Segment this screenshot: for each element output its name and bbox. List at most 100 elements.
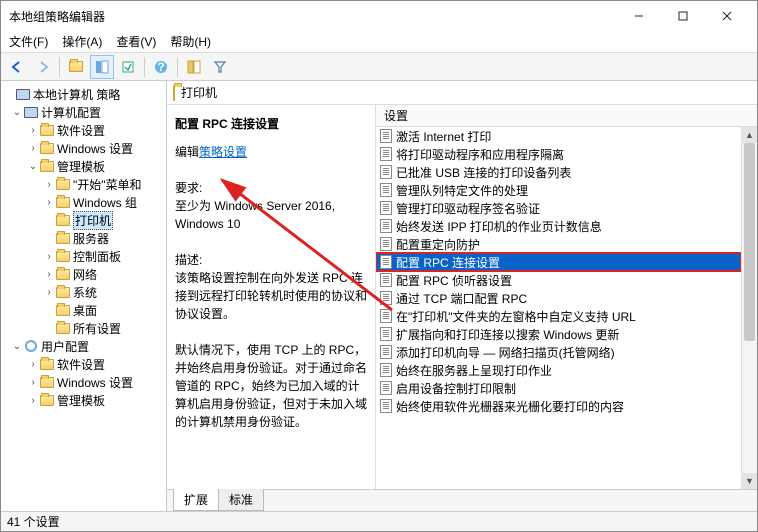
folder-icon bbox=[56, 251, 70, 262]
policy-item-icon bbox=[380, 399, 392, 413]
folder-icon bbox=[40, 125, 54, 136]
menu-action[interactable]: 操作(A) bbox=[62, 33, 102, 50]
policy-item-icon bbox=[380, 255, 392, 269]
tree-root[interactable]: 本地计算机 策略 bbox=[1, 85, 166, 103]
list-item[interactable]: 通过 TCP 端口配置 RPC bbox=[376, 289, 741, 307]
list-item[interactable]: 已批准 USB 连接的打印设备列表 bbox=[376, 163, 741, 181]
tab-standard[interactable]: 标准 bbox=[218, 489, 264, 511]
tree-windows-settings[interactable]: ›Windows 设置 bbox=[1, 139, 166, 157]
tabs: 扩展 标准 bbox=[167, 489, 757, 511]
scroll-down-button[interactable]: ▼ bbox=[742, 473, 757, 489]
scroll-up-button[interactable]: ▲ bbox=[742, 127, 757, 143]
filter-button[interactable] bbox=[208, 55, 232, 79]
scroll-track[interactable] bbox=[742, 143, 757, 473]
policy-item-icon bbox=[380, 309, 392, 323]
list-item[interactable]: 扩展指向和打印连接以搜索 Windows 更新 bbox=[376, 325, 741, 343]
tree-user-windows[interactable]: ›Windows 设置 bbox=[1, 373, 166, 391]
status-text: 41 个设置 bbox=[7, 513, 60, 530]
nav-tree[interactable]: 本地计算机 策略 ⌄计算机配置 ›软件设置 ›Windows 设置 ⌄管理模板 … bbox=[1, 81, 167, 511]
policy-item-icon bbox=[380, 219, 392, 233]
tree-start-menu[interactable]: ›"开始"菜单和 bbox=[1, 175, 166, 193]
tab-extended[interactable]: 扩展 bbox=[173, 489, 219, 511]
menu-help[interactable]: 帮助(H) bbox=[170, 33, 211, 50]
back-button[interactable] bbox=[5, 55, 29, 79]
list-item[interactable]: 激活 Internet 打印 bbox=[376, 127, 741, 145]
tree-all-settings[interactable]: 所有设置 bbox=[1, 319, 166, 337]
menu-view[interactable]: 查看(V) bbox=[116, 33, 156, 50]
list-item-label: 管理队列特定文件的处理 bbox=[396, 182, 528, 199]
list-header[interactable]: 设置 bbox=[376, 105, 757, 127]
tree-user-admin-templates[interactable]: ›管理模板 bbox=[1, 391, 166, 409]
requirements-text: 至少为 Windows Server 2016, Windows 10 bbox=[175, 197, 367, 233]
folder-icon bbox=[173, 85, 175, 101]
policy-item-icon bbox=[380, 147, 392, 161]
folder-icon bbox=[40, 359, 54, 370]
policy-item-icon bbox=[380, 327, 392, 341]
list-item[interactable]: 配置 RPC 侦听器设置 bbox=[376, 271, 741, 289]
folder-icon bbox=[40, 377, 54, 388]
show-hide-tree-button[interactable] bbox=[90, 55, 114, 79]
tree-server[interactable]: 服务器 bbox=[1, 229, 166, 247]
list-item[interactable]: 始终在服务器上呈现打印作业 bbox=[376, 361, 741, 379]
list-item[interactable]: 在"打印机"文件夹的左窗格中自定义支持 URL bbox=[376, 307, 741, 325]
tree-desktop[interactable]: 桌面 bbox=[1, 301, 166, 319]
tree-user-config[interactable]: ⌄用户配置 bbox=[1, 337, 166, 355]
list-item[interactable]: 管理打印驱动程序签名验证 bbox=[376, 199, 741, 217]
list-item-label: 配置 RPC 连接设置 bbox=[396, 254, 500, 271]
tree-user-software[interactable]: ›软件设置 bbox=[1, 355, 166, 373]
tree-system[interactable]: ›系统 bbox=[1, 283, 166, 301]
requirements-label: 要求: bbox=[175, 179, 367, 197]
tree-network[interactable]: ›网络 bbox=[1, 265, 166, 283]
minimize-button[interactable] bbox=[617, 1, 661, 31]
path-header: 打印机 bbox=[167, 81, 757, 105]
list-item[interactable]: 配置重定向防护 bbox=[376, 235, 741, 253]
list-item[interactable]: 启用设备控制打印限制 bbox=[376, 379, 741, 397]
maximize-button[interactable] bbox=[661, 1, 705, 31]
description-para2: 默认情况下，使用 TCP 上的 RPC，并始终启用身份验证。对于通过命名管道的 … bbox=[175, 341, 367, 431]
tree-control-panel[interactable]: ›控制面板 bbox=[1, 247, 166, 265]
list-item-label: 添加打印机向导 — 网络扫描页(托管网络) bbox=[396, 344, 615, 361]
list-item[interactable]: 始终使用软件光栅器来光栅化要打印的内容 bbox=[376, 397, 741, 415]
properties-button[interactable] bbox=[182, 55, 206, 79]
titlebar: 本地组策略编辑器 bbox=[1, 1, 757, 31]
vertical-scrollbar[interactable]: ▲ ▼ bbox=[741, 127, 757, 489]
list-item-label: 配置重定向防护 bbox=[396, 236, 480, 253]
list-item-label: 通过 TCP 端口配置 RPC bbox=[396, 290, 527, 307]
help-button[interactable]: ? bbox=[149, 55, 173, 79]
policy-item-icon bbox=[380, 363, 392, 377]
scroll-thumb[interactable] bbox=[744, 143, 755, 341]
toolbar-separator bbox=[144, 57, 145, 77]
folder-icon bbox=[40, 143, 54, 154]
forward-button[interactable] bbox=[31, 55, 55, 79]
list-item[interactable]: 将打印驱动程序和应用程序隔离 bbox=[376, 145, 741, 163]
list-item[interactable]: 始终发送 IPP 打印机的作业页计数信息 bbox=[376, 217, 741, 235]
list-item-label: 管理打印驱动程序签名验证 bbox=[396, 200, 540, 217]
folder-icon bbox=[56, 197, 70, 208]
list-item[interactable]: 管理队列特定文件的处理 bbox=[376, 181, 741, 199]
up-button[interactable] bbox=[64, 55, 88, 79]
policy-item-icon bbox=[380, 291, 392, 305]
close-button[interactable] bbox=[705, 1, 749, 31]
policy-item-icon bbox=[380, 201, 392, 215]
export-list-button[interactable] bbox=[116, 55, 140, 79]
tree-windows-components[interactable]: ›Windows 组 bbox=[1, 193, 166, 211]
list-item[interactable]: 添加打印机向导 — 网络扫描页(托管网络) bbox=[376, 343, 741, 361]
toolbar-separator bbox=[177, 57, 178, 77]
computer-icon bbox=[24, 107, 38, 118]
folder-icon bbox=[40, 395, 54, 406]
list-item-label: 将打印驱动程序和应用程序隔离 bbox=[396, 146, 564, 163]
menu-file[interactable]: 文件(F) bbox=[9, 33, 48, 50]
edit-policy-link[interactable]: 策略设置 bbox=[199, 145, 247, 159]
folder-icon bbox=[56, 287, 70, 298]
edit-policy-line: 编辑策略设置 bbox=[175, 143, 367, 161]
menubar: 文件(F) 操作(A) 查看(V) 帮助(H) bbox=[1, 31, 757, 53]
tree-admin-templates[interactable]: ⌄管理模板 bbox=[1, 157, 166, 175]
tree-printers[interactable]: 打印机 bbox=[1, 211, 166, 229]
tree-computer-config[interactable]: ⌄计算机配置 bbox=[1, 103, 166, 121]
settings-list[interactable]: 激活 Internet 打印将打印驱动程序和应用程序隔离已批准 USB 连接的打… bbox=[376, 127, 741, 489]
list-item[interactable]: 配置 RPC 连接设置 bbox=[376, 253, 741, 271]
settings-list-pane: 设置 激活 Internet 打印将打印驱动程序和应用程序隔离已批准 USB 连… bbox=[375, 105, 757, 489]
policy-item-icon bbox=[380, 129, 392, 143]
tree-software[interactable]: ›软件设置 bbox=[1, 121, 166, 139]
detail-heading: 配置 RPC 连接设置 bbox=[175, 115, 367, 133]
